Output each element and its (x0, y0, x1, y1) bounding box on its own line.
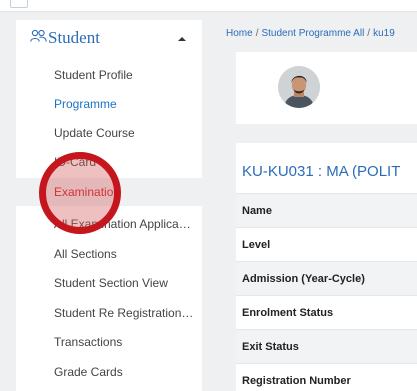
detail-row-admission: Admission (Year-Cycle) (236, 261, 417, 295)
page: Student Student Profile Programme Update… (0, 0, 417, 391)
sidebar-item-grade-cards[interactable]: Grade Cards (16, 358, 202, 386)
detail-row-level: Level (236, 227, 417, 261)
sidebar-item-transactions[interactable]: Transactions (16, 328, 202, 356)
programme-title: KU-KU031 : MA (POLIT (242, 163, 401, 180)
breadcrumb-page[interactable]: Student Programme All (261, 28, 364, 39)
detail-row-exit-status: Exit Status (236, 329, 417, 363)
sidebar-title: Student (48, 28, 100, 47)
breadcrumb-separator: / (255, 28, 259, 39)
breadcrumb-current: ku19 (373, 28, 395, 39)
sidebar-item-student-section-view[interactable]: Student Section View (16, 269, 202, 297)
sidebar-item-student-profile[interactable]: Student Profile (16, 61, 202, 89)
detail-row-enrolment-status: Enrolment Status (236, 295, 417, 329)
caret-up-icon[interactable] (178, 37, 186, 41)
breadcrumb: Home / Student Programme All / ku19 (226, 28, 395, 39)
sidebar-item-all-examination-applications[interactable]: All Examination Applications (16, 210, 202, 238)
top-bar (0, 0, 417, 12)
sidebar-item-id-card[interactable]: ID-Card (16, 148, 202, 176)
student-photo (278, 66, 320, 108)
avatar (278, 66, 320, 108)
sidebar-header[interactable]: Student (16, 20, 202, 60)
sidebar-item-all-sections[interactable]: All Sections (16, 240, 202, 268)
breadcrumb-home[interactable]: Home (226, 28, 253, 39)
sidebar-item-examination[interactable]: Examination (16, 178, 202, 206)
sidebar-item-student-re-registration[interactable]: Student Re Registration Vi... (16, 299, 202, 327)
breadcrumb-separator: / (367, 28, 371, 39)
menu-toggle-button[interactable] (10, 0, 28, 8)
sidebar-item-update-course[interactable]: Update Course (16, 119, 202, 147)
users-icon (30, 29, 47, 42)
profile-card (236, 52, 417, 124)
programme-details-card: KU-KU031 : MA (POLIT Name Level Admissio… (236, 143, 417, 391)
sidebar-item-programme[interactable]: Programme (16, 90, 202, 118)
detail-row-registration-number: Registration Number (236, 363, 417, 391)
sidebar: Student Student Profile Programme Update… (16, 20, 202, 391)
detail-row-name: Name (236, 193, 417, 227)
